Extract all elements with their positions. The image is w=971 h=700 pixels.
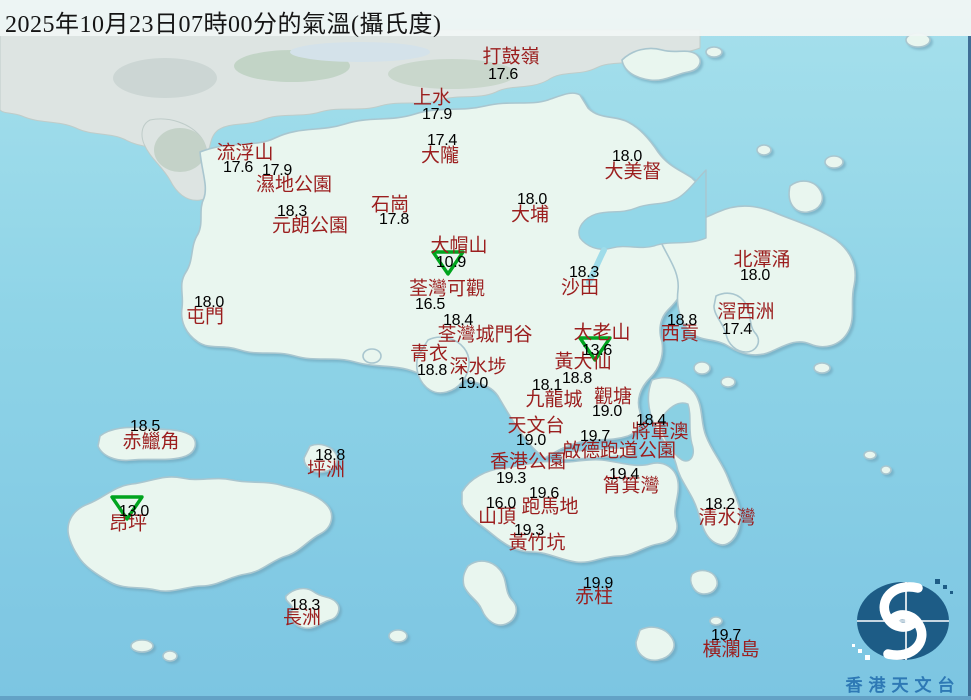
station-temp-value: 18.4 <box>636 412 666 429</box>
station-name-label: 青衣 <box>409 343 449 365</box>
station-temp-value: 18.3 <box>277 203 307 220</box>
station-temp-value: 13.0 <box>119 503 149 520</box>
station-temp-value: 17.6 <box>223 159 253 176</box>
station-temp-value: 19.6 <box>529 485 559 502</box>
station-name-label: 深水埗 <box>449 356 507 378</box>
station-temp-value: 17.9 <box>422 106 452 123</box>
station-temp-value: 19.7 <box>580 428 610 445</box>
station-temp-value: 19.0 <box>516 432 546 449</box>
station-name-label: 大美督 <box>604 161 662 183</box>
station-temp-value: 19.9 <box>583 575 613 592</box>
station-temp-value: 19.3 <box>496 470 526 487</box>
station-temp-value: 18.0 <box>740 267 770 284</box>
station-name-label: 大隴 <box>420 145 460 167</box>
station-temp-value: 18.5 <box>130 418 160 435</box>
station-name-label: 沙田 <box>560 277 600 299</box>
hong-kong-map <box>0 0 971 700</box>
station-temp-value: 17.4 <box>427 132 457 149</box>
station-temp-value: 19.3 <box>514 522 544 539</box>
station-temp-value: 19.4 <box>609 466 639 483</box>
station-temp-value: 18.4 <box>443 312 473 329</box>
hko-logo-icon <box>852 579 953 660</box>
station-temp-value: 17.8 <box>379 211 409 228</box>
station-temp-value: 17.6 <box>488 66 518 83</box>
station-temp-value: 10.9 <box>436 254 466 271</box>
station-temp-value: 18.0 <box>612 148 642 165</box>
station-name-label: 滘西洲 <box>717 301 775 323</box>
station-temp-value: 16.0 <box>486 495 516 512</box>
station-temp-value: 19.0 <box>592 403 622 420</box>
station-name-label: 上水 <box>412 87 452 109</box>
station-temp-value: 19.7 <box>711 627 741 644</box>
station-name-label: 赤鱲角 <box>122 431 180 453</box>
station-temp-value: 18.0 <box>194 294 224 311</box>
station-temp-value: 18.0 <box>517 191 547 208</box>
station-name-label: 大老山 <box>573 322 631 344</box>
map-title: 2025年10月23日07時00分的氣溫(攝氏度) <box>5 12 442 38</box>
station-temp-value: 18.3 <box>290 597 320 614</box>
station-temp-value: 18.8 <box>417 362 447 379</box>
station-temp-value: 18.8 <box>667 312 697 329</box>
station-temp-value: 18.1 <box>532 377 562 394</box>
station-temp-value: 18.2 <box>705 496 735 513</box>
hko-logo: 香港天文台 HONG KONG OBSERVATORY <box>838 578 971 700</box>
station-temp-value: 18.8 <box>315 447 345 464</box>
hko-logo-chinese-name: 香港天文台 <box>845 676 961 695</box>
station-temp-value: 17.4 <box>722 321 752 338</box>
station-temp-value: 19.0 <box>458 375 488 392</box>
station-temp-value: 16.5 <box>415 296 445 313</box>
station-name-label: 大埔 <box>510 204 550 226</box>
station-temp-value: 13.6 <box>582 342 612 359</box>
temperature-map-screen: 2025年10月23日07時00分的氣溫(攝氏度) 打鼓嶺 17.6 上水 17.9 大… <box>0 0 971 700</box>
station-name-label: 打鼓嶺 <box>482 46 540 68</box>
station-temp-value: 17.9 <box>262 162 292 179</box>
station-name-label: 大帽山 <box>430 235 488 257</box>
map-bottom-border <box>0 696 971 700</box>
station-temp-value: 18.8 <box>562 370 592 387</box>
station-temp-value: 18.3 <box>569 264 599 281</box>
station-name-label: 香港公園 <box>489 451 567 473</box>
